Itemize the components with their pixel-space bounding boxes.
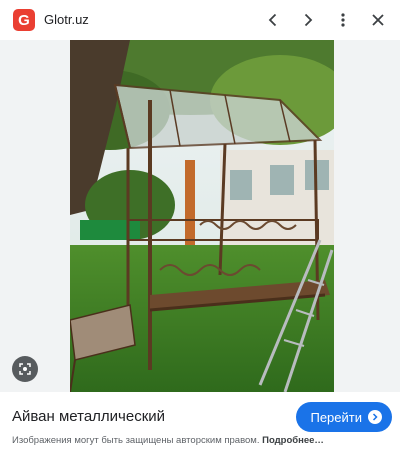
forward-arrow-icon — [304, 13, 313, 27]
image-title[interactable]: Айван металлический — [12, 408, 165, 425]
visit-button[interactable]: Перейти — [296, 402, 392, 432]
site-name[interactable]: Glotr.uz — [44, 12, 89, 27]
copyright-text: Изображения могут быть защищены авторски… — [12, 435, 260, 446]
image-info-panel: Айван металлический Перейти Изображения … — [0, 392, 400, 457]
preview-image[interactable] — [70, 40, 334, 392]
next-button[interactable] — [294, 6, 322, 34]
close-button[interactable] — [364, 6, 392, 34]
image-viewer — [0, 40, 400, 392]
site-favicon: G — [13, 9, 35, 31]
previous-button[interactable] — [259, 6, 287, 34]
lens-icon — [19, 363, 31, 375]
copyright-notice: Изображения могут быть защищены авторски… — [12, 435, 324, 446]
close-icon — [372, 14, 384, 26]
more-options-button[interactable] — [329, 6, 357, 34]
gazebo-photo — [70, 40, 334, 392]
top-bar: G Glotr.uz — [0, 0, 400, 40]
more-vert-icon — [341, 13, 345, 27]
visit-button-label: Перейти — [310, 409, 362, 425]
back-arrow-icon — [268, 13, 277, 27]
lens-search-button[interactable] — [12, 356, 38, 382]
learn-more-link[interactable]: Подробнее… — [262, 435, 324, 446]
chevron-right-icon — [368, 410, 382, 424]
